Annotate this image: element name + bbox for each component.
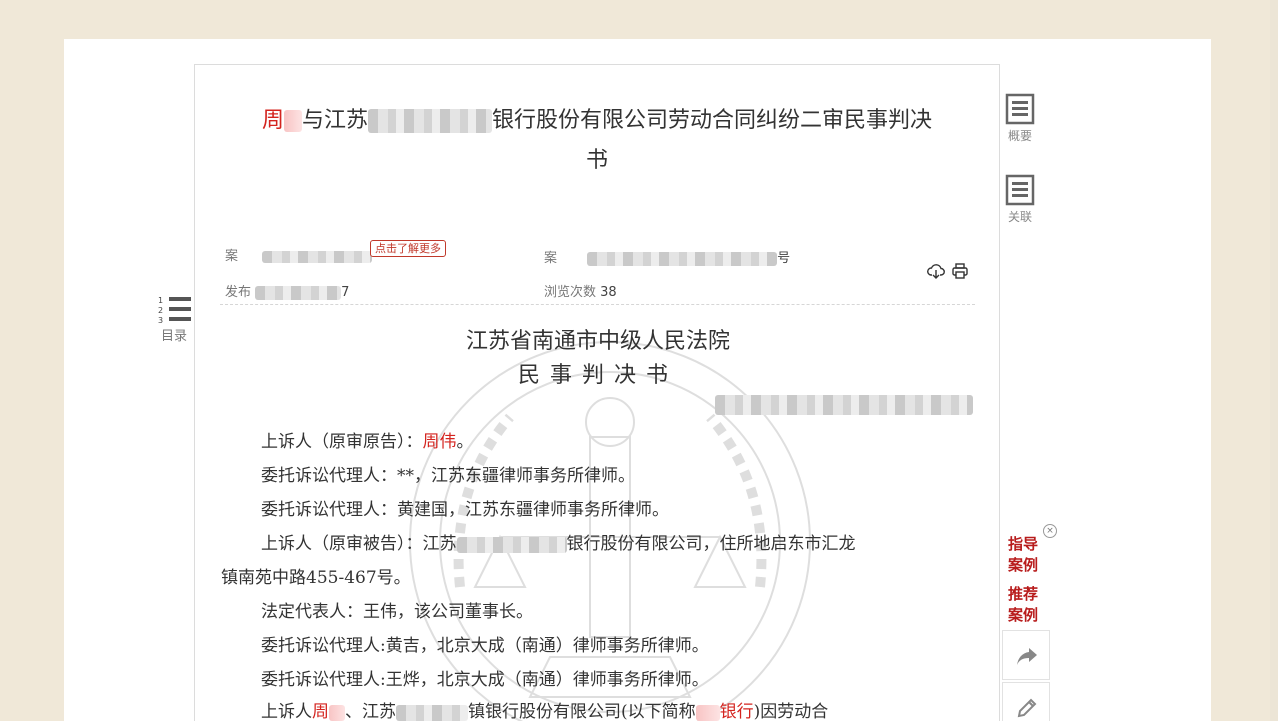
publish-date-tail: 7 — [341, 285, 350, 300]
body-line: 上诉人（原审原告）：周伟。 — [261, 432, 474, 452]
edit-button[interactable] — [1002, 682, 1050, 721]
redaction-mark — [456, 536, 567, 553]
case-number-redacted — [715, 395, 973, 415]
judgment-document: 周与江苏 银行股份有限公司劳动合同纠纷二审民事判决 书 案 点击了解更多 案 号 … — [194, 64, 1000, 721]
title-party-name: 周 — [261, 108, 284, 133]
window-scrollbar[interactable] — [1270, 0, 1278, 721]
body-line: 上诉人（原审被告）：江苏 银行股份有限公司，住所地启东市汇龙 — [261, 534, 856, 554]
redaction-mark — [329, 704, 345, 721]
view-count-field: 浏览次数 38 — [544, 281, 617, 300]
party-name: 周伟 — [422, 432, 457, 452]
redaction-mark — [695, 704, 720, 721]
party-name: 银行 — [719, 702, 754, 721]
body-line: 镇南苑中路455-467号。 — [221, 568, 411, 588]
case-number-field: 案 号 — [544, 247, 790, 266]
redaction-mark — [396, 704, 468, 721]
guide-cases-link[interactable]: 指导案例 — [1008, 534, 1044, 576]
share-arrow-icon — [1017, 648, 1037, 665]
body-line: 法定代表人：王伟，该公司董事长。 — [261, 602, 533, 622]
view-count-value: 38 — [600, 285, 617, 300]
case-number-tail: 号 — [777, 251, 791, 266]
toc-button[interactable]: 1 2 3 目录 — [154, 295, 194, 344]
redaction-mark — [587, 251, 778, 266]
print-icon[interactable] — [951, 262, 969, 280]
svg-text:3: 3 — [158, 316, 163, 325]
title-text-3: 书 — [585, 148, 608, 173]
document-type: 民事判决书 — [517, 363, 678, 388]
redaction-mark — [255, 285, 342, 300]
cause-label: 案 — [225, 249, 239, 264]
document-summary-icon — [1005, 93, 1035, 125]
summary-button[interactable]: 概要 — [1000, 93, 1040, 144]
toc-label: 目录 — [160, 329, 187, 344]
body-line: 委托诉讼代理人：**，江苏东疆律师事务所律师。 — [261, 466, 635, 486]
summary-label: 概要 — [1007, 129, 1032, 143]
redaction-mark — [262, 250, 373, 263]
redaction-mark — [368, 109, 492, 133]
svg-text:1: 1 — [158, 296, 163, 305]
view-count-label: 浏览次数 — [544, 285, 597, 300]
body-line: 委托诉讼代理人：黄建国，江苏东疆律师事务所律师。 — [261, 500, 669, 520]
svg-text:2: 2 — [158, 306, 163, 315]
meta-divider — [220, 304, 975, 305]
toc-list-icon: 1 2 3 — [158, 296, 191, 325]
related-label: 关联 — [1007, 210, 1032, 224]
publish-date-field: 发布 7 — [225, 281, 349, 300]
body-line: 上诉人周 、江苏 镇银行股份有限公司(以下简称 银行)因劳动合 — [261, 702, 829, 721]
download-icon[interactable] — [927, 262, 945, 280]
title-text-2: 银行股份有限公司劳动合同纠纷二审民事判决 — [492, 108, 933, 133]
pencil-icon — [1017, 698, 1037, 718]
close-icon[interactable]: × — [1043, 524, 1057, 538]
body-line: 委托诉讼代理人:王烨，北京大成（南通）律师事务所律师。 — [261, 670, 709, 690]
court-name: 江苏省南通市中级人民法院 — [465, 329, 730, 354]
share-button[interactable] — [1002, 630, 1050, 680]
cause-field: 案 — [225, 245, 373, 264]
learn-more-link[interactable]: 点击了解更多 — [370, 240, 446, 257]
case-number-label: 案 — [544, 251, 558, 266]
body-line: 委托诉讼代理人:黄吉，北京大成（南通）律师事务所律师。 — [261, 636, 709, 656]
party-name: 周 — [312, 702, 329, 721]
related-button[interactable]: 关联 — [1000, 174, 1040, 225]
recommended-cases-link[interactable]: 推荐案例 — [1008, 584, 1044, 626]
title-text-1: 与江苏 — [301, 108, 368, 133]
publish-label: 发布 — [225, 285, 252, 300]
document-title: 周与江苏 银行股份有限公司劳动合同纠纷二审民事判决 书 — [215, 101, 979, 181]
related-document-icon — [1005, 174, 1035, 206]
redaction-mark — [283, 110, 302, 132]
